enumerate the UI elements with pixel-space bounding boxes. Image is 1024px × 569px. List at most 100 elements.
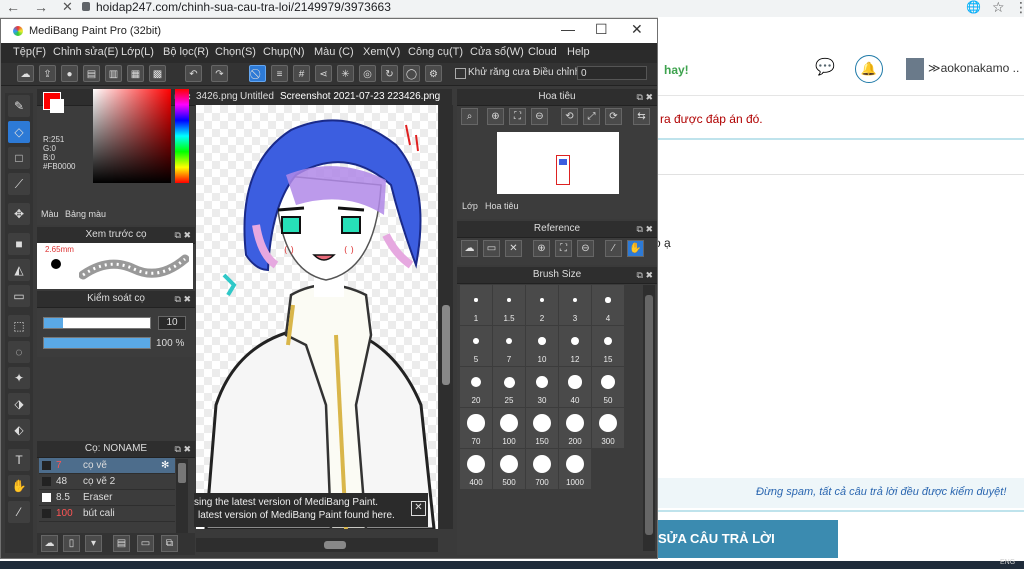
back-icon[interactable]: ←: [6, 0, 20, 14]
more-icon[interactable]: ⋮: [1014, 0, 1024, 14]
brush-size-option[interactable]: 7: [493, 326, 525, 366]
tab-layer[interactable]: Lớp: [462, 201, 478, 211]
menu-help[interactable]: Help: [567, 46, 590, 58]
ellipse-icon[interactable]: ◯: [403, 65, 420, 82]
tab-navigator[interactable]: Hoa tiêu: [485, 201, 519, 211]
reset-rotation-icon[interactable]: ⟳: [605, 108, 622, 125]
cloud-download-icon[interactable]: ☁: [461, 240, 478, 257]
brush-item[interactable]: 100 bút cali: [39, 506, 175, 522]
canvas-vertical-scrollbar[interactable]: [439, 105, 453, 529]
menu-edit[interactable]: Chỉnh sửa(E): [53, 46, 118, 58]
brush-size-option[interactable]: 20: [460, 367, 492, 407]
close-button[interactable]: ✕: [631, 21, 643, 38]
radial-icon[interactable]: ✳: [337, 65, 354, 82]
menu-filter[interactable]: Bộ lọc(R): [163, 46, 209, 58]
curve-icon[interactable]: ↻: [381, 65, 398, 82]
title-bar[interactable]: MediBang Paint Pro (32bit) — ☐ ✕: [1, 19, 657, 43]
forward-icon[interactable]: →: [34, 0, 48, 14]
perspective-icon[interactable]: ⋖: [315, 65, 332, 82]
navigator-view-frame[interactable]: [556, 155, 570, 185]
update-notice-line-2[interactable]: latest version of MediBang Paint found h…: [194, 509, 428, 522]
settings-icon[interactable]: ⚙: [425, 65, 442, 82]
select-eraser-icon[interactable]: ⬖: [8, 419, 30, 441]
zoom-in-icon[interactable]: ⊕: [533, 240, 550, 257]
brush-list-scrollbar[interactable]: [176, 459, 188, 535]
panel-controls-icon[interactable]: ⧉ ✖: [637, 89, 653, 105]
select-pen-icon[interactable]: ⬗: [8, 393, 30, 415]
brush-size-option[interactable]: 1.5: [493, 285, 525, 325]
brush-size-option[interactable]: 12: [559, 326, 591, 366]
copy-brush-icon[interactable]: ⧉: [161, 535, 178, 552]
avatar[interactable]: [906, 58, 924, 80]
menu-cloud[interactable]: Cloud: [528, 46, 557, 58]
select-rect-icon[interactable]: ⬚: [8, 315, 30, 337]
menu-window[interactable]: Cửa sổ(W): [470, 46, 524, 58]
fill-rect-tool-icon[interactable]: ■: [8, 233, 30, 255]
address-bar[interactable]: hoidap247.com/chinh-sua-cau-tra-loi/2149…: [96, 0, 391, 14]
zoom-icon[interactable]: ⌕: [461, 108, 478, 125]
page-icon[interactable]: ▥: [105, 65, 122, 82]
cloud-download-icon[interactable]: ☁: [41, 535, 58, 552]
stop-icon[interactable]: ✕: [62, 0, 73, 14]
panel-controls-icon[interactable]: ⧉ ✖: [637, 267, 653, 283]
brush-size-option[interactable]: 1000: [559, 449, 591, 489]
brush-item[interactable]: 7 cọ vẽ ✻: [39, 458, 175, 474]
tab-document-1[interactable]: 3426.png: [196, 91, 238, 102]
close-icon[interactable]: ✕: [505, 240, 522, 257]
menu-tools[interactable]: Công cụ(T): [408, 46, 463, 58]
brush-size-option[interactable]: 4: [592, 285, 624, 325]
minimize-button[interactable]: —: [561, 21, 575, 37]
translate-icon[interactable]: 🌐: [966, 0, 981, 14]
brush-size-option[interactable]: 100: [493, 408, 525, 448]
background-color-swatch[interactable]: [50, 99, 64, 113]
hand-icon[interactable]: ✋: [627, 240, 644, 257]
snap-off-icon[interactable]: ⃠: [249, 65, 266, 82]
language-indicator[interactable]: ENG: [1000, 559, 1015, 566]
brush-size-option[interactable]: 40: [559, 367, 591, 407]
fullscreen-icon[interactable]: ⤢: [583, 108, 600, 125]
brush-size-option[interactable]: 300: [592, 408, 624, 448]
brush-size-option[interactable]: 1: [460, 285, 492, 325]
brush-size-option[interactable]: 5: [460, 326, 492, 366]
panel-controls-icon[interactable]: ⧉ ✖: [175, 227, 191, 243]
menu-snap[interactable]: Chụp(N): [263, 46, 305, 58]
brush-size-option[interactable]: 10: [526, 326, 558, 366]
brush-size-option[interactable]: 15: [592, 326, 624, 366]
grid-icon[interactable]: ▩: [149, 65, 166, 82]
layer-icon[interactable]: ▤: [83, 65, 100, 82]
lasso-icon[interactable]: ◌: [8, 341, 30, 363]
brush-size-option[interactable]: 70: [460, 408, 492, 448]
undo-icon[interactable]: ↶: [185, 65, 202, 82]
brush-settings-icon[interactable]: ▤: [113, 535, 130, 552]
eraser-tool-icon[interactable]: ◇: [8, 121, 30, 143]
menu-file[interactable]: Tệp(F): [13, 46, 46, 58]
brush-size-option[interactable]: 150: [526, 408, 558, 448]
grid-snap-icon[interactable]: #: [293, 65, 310, 82]
brush-opacity-value[interactable]: 100 %: [156, 338, 184, 349]
brush-item[interactable]: 8.5 Eraser: [39, 490, 175, 506]
cloud-icon[interactable]: ☁: [17, 65, 34, 82]
drawing-canvas[interactable]: ( ) ( ): [196, 105, 438, 529]
rotate-icon[interactable]: ⟲: [561, 108, 578, 125]
menu-layer[interactable]: Lớp(L): [121, 46, 154, 58]
maximize-button[interactable]: ☐: [595, 21, 608, 38]
brush-tool-icon[interactable]: ✎: [8, 95, 30, 117]
tab-color[interactable]: Màu: [41, 209, 59, 219]
zoom-out-icon[interactable]: ⊖: [577, 240, 594, 257]
new-brush-icon[interactable]: ▯: [63, 535, 80, 552]
brush-size-option[interactable]: 400: [460, 449, 492, 489]
brush-size-option[interactable]: 2: [526, 285, 558, 325]
panel-controls-icon[interactable]: ⧉ ✖: [175, 441, 191, 457]
brush-size-option[interactable]: 500: [493, 449, 525, 489]
menu-select[interactable]: Chọn(S): [215, 46, 256, 58]
brush-size-value[interactable]: 10: [158, 316, 186, 330]
brush-size-option[interactable]: 3: [559, 285, 591, 325]
share-icon[interactable]: ⇪: [39, 65, 56, 82]
magic-wand-icon[interactable]: ✦: [8, 367, 30, 389]
answer-editor[interactable]: [652, 138, 1024, 512]
username[interactable]: ≫aokonakamo ..: [928, 61, 1019, 75]
tab-document-3[interactable]: Screenshot 2021-07-23 223426.png: [280, 91, 440, 102]
menu-color[interactable]: Màu (C): [314, 46, 354, 58]
brush-size-option[interactable]: 700: [526, 449, 558, 489]
close-notice-icon[interactable]: ✕: [411, 501, 426, 516]
